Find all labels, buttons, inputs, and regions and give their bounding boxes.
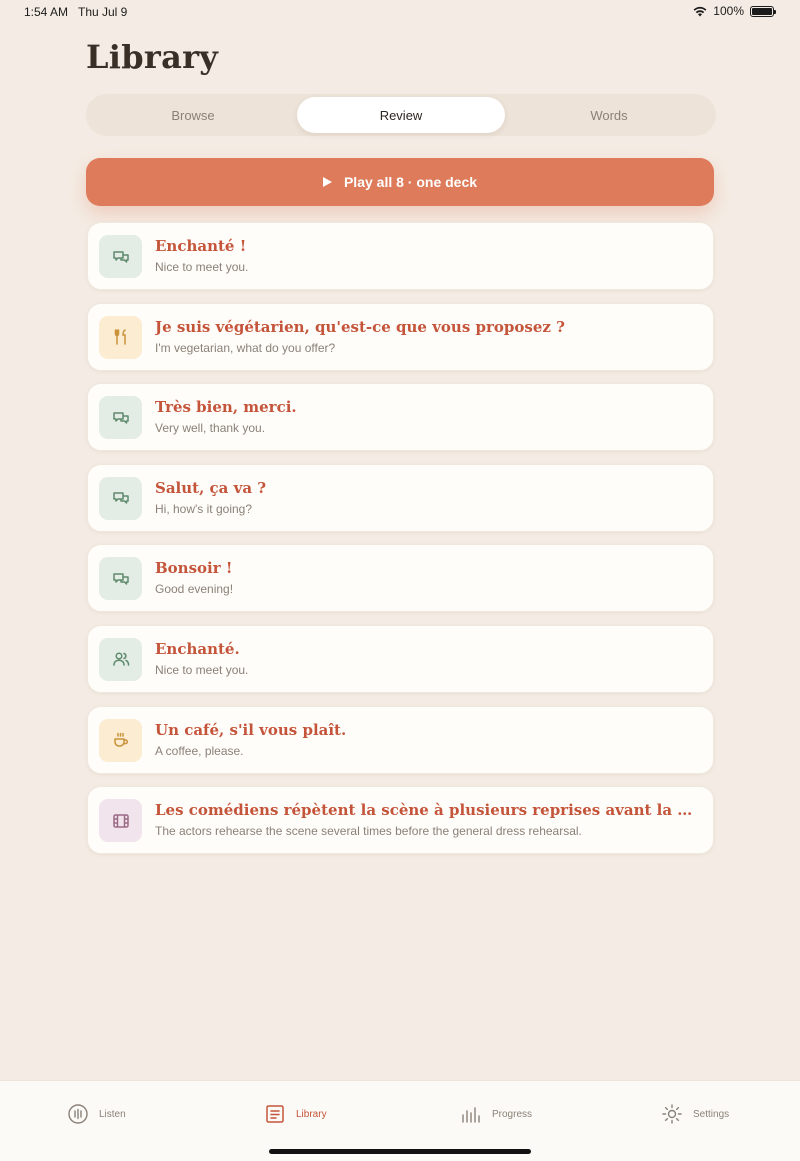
phrase-english: Hi, how's it going? xyxy=(155,501,253,516)
chat-bubbles-icon xyxy=(99,476,142,520)
phrase-english: A coffee, please. xyxy=(155,743,244,758)
tab-listen-label: Listen xyxy=(99,1108,126,1120)
chat-bubbles-icon xyxy=(99,396,142,440)
segmented-control: Browse Review Words xyxy=(86,94,716,136)
list-item[interactable]: Un café, s'il vous plaît. A coffee, plea… xyxy=(87,705,714,774)
list-item[interactable]: Enchanté. Nice to meet you. xyxy=(87,624,714,693)
tab-progress[interactable]: Progress xyxy=(460,1103,532,1125)
phrase-english: Nice to meet you. xyxy=(155,662,249,677)
list-item[interactable]: Salut, ça va ? Hi, how's it going? xyxy=(87,463,714,532)
phrase-french: Salut, ça va ? xyxy=(155,478,267,497)
phrase-english: I'm vegetarian, what do you offer? xyxy=(155,340,336,355)
tab-browse[interactable]: Browse xyxy=(89,97,297,133)
people-icon xyxy=(99,637,142,681)
phrase-french: Bonsoir ! xyxy=(155,559,233,578)
coffee-cup-icon xyxy=(99,718,142,762)
tab-settings[interactable]: Settings xyxy=(661,1103,729,1125)
fork-knife-icon xyxy=(99,315,142,359)
battery-icon xyxy=(750,5,776,17)
tab-review[interactable]: Review xyxy=(297,97,505,133)
tab-words[interactable]: Words xyxy=(505,97,713,133)
phrase-english: The actors rehearse the scene several ti… xyxy=(155,824,582,839)
status-indicators: 100% xyxy=(693,4,776,18)
phrase-french: Enchanté ! xyxy=(155,237,247,255)
wifi-icon xyxy=(693,6,707,16)
phrase-french: Enchanté. xyxy=(155,639,240,658)
tab-progress-label: Progress xyxy=(492,1108,533,1120)
library-list-icon xyxy=(266,1105,284,1123)
sun-gear-icon xyxy=(662,1104,682,1124)
phrase-english: Very well, thank you. xyxy=(155,421,266,436)
tab-settings-label: Settings xyxy=(693,1108,730,1120)
waveform-circle-icon xyxy=(68,1104,88,1124)
list-item[interactable]: Très bien, merci. Very well, thank you. xyxy=(87,383,714,452)
status-date: Thu Jul 9 xyxy=(78,5,128,19)
tab-library-label: Library xyxy=(296,1108,327,1120)
page-title: Library xyxy=(86,38,219,76)
phrase-french: Je suis végétarien, qu'est-ce que vous p… xyxy=(155,317,565,336)
bar-chart-icon xyxy=(462,1107,480,1123)
chat-bubbles-icon xyxy=(99,235,142,278)
list-item[interactable]: Enchanté ! Nice to meet you. xyxy=(87,222,714,290)
phrase-french: Les comédiens répètent la scène à plusie… xyxy=(155,801,697,820)
status-bar: 1:54 AM Thu Jul 9 100% xyxy=(0,0,800,24)
phrase-english: Good evening! xyxy=(155,582,234,597)
play-all-label: Play all 8 · one deck xyxy=(343,174,478,190)
status-time: 1:54 AM xyxy=(24,5,69,19)
battery-percent: 100% xyxy=(713,4,744,18)
chat-bubbles-icon xyxy=(99,557,142,601)
play-icon xyxy=(322,177,332,187)
film-icon xyxy=(99,799,142,843)
phrase-french: Très bien, merci. xyxy=(155,398,297,417)
list-item[interactable]: Je suis végétarien, qu'est-ce que vous p… xyxy=(87,302,714,371)
tab-library[interactable]: Library xyxy=(264,1103,327,1125)
list-item[interactable]: Les comédiens répètent la scène à plusie… xyxy=(87,786,714,855)
phrase-english: Nice to meet you. xyxy=(155,260,249,274)
tab-listen[interactable]: Listen xyxy=(67,1103,126,1125)
phrase-list: Enchanté ! Nice to meet you. Je suis vég… xyxy=(87,222,714,867)
play-all-button[interactable]: Play all 8 · one deck xyxy=(86,158,714,206)
phrase-french: Un café, s'il vous plaît. xyxy=(155,720,347,739)
home-indicator xyxy=(269,1149,531,1154)
list-item[interactable]: Bonsoir ! Good evening! xyxy=(87,544,714,613)
